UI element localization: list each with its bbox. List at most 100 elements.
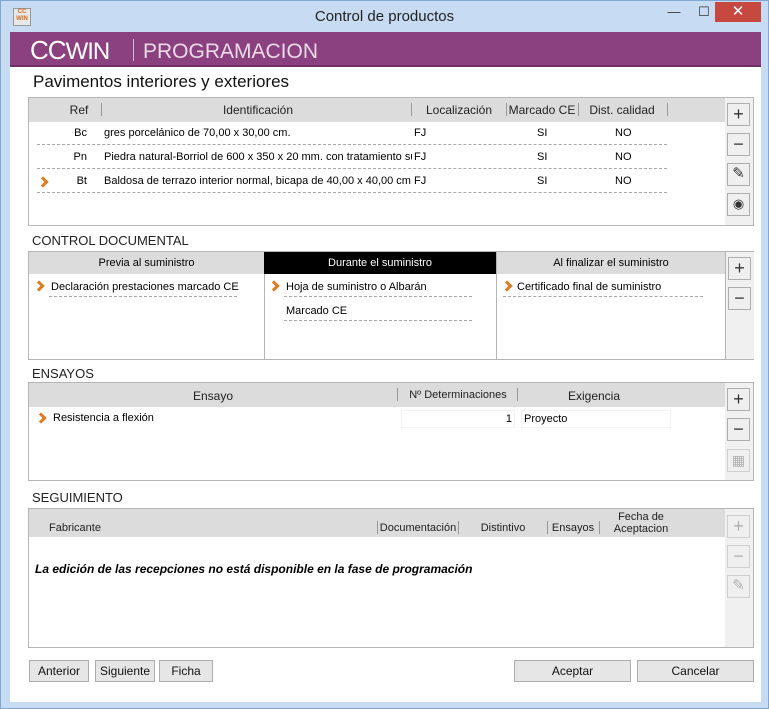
list-item[interactable]: Hoja de suministro o Albarán [264,276,496,298]
ensayos-table-header: Ensayo Nº Determinaciones Exigencia [29,383,725,407]
plus-icon: + [733,389,744,409]
list-item-label: Declaración prestaciones marcado CE [51,281,239,293]
add-product-button[interactable]: + [727,103,750,126]
plus-icon: + [733,104,744,124]
minus-icon: − [733,546,744,566]
disabled-message: La edición de las recepciones no está di… [35,562,473,576]
row-ref: Bc [74,127,87,139]
ensayos-title: ENSAYOS [32,366,94,381]
row-dist-calidad: NO [615,151,632,163]
list-item-label: Certificado final de suministro [517,281,662,293]
item-arrow-icon [270,282,278,294]
seguimiento-table: Fabricante Documentación Distintivo Ensa… [28,508,754,648]
row-marcado-ce: SI [537,151,548,163]
row-dist-calidad: NO [615,127,632,139]
row-ref: Pn [73,151,87,163]
banner-title: PROGRAMACION [143,40,319,63]
col-determinaciones-header[interactable]: Nº Determinaciones [399,389,517,401]
row-marcado-ce: SI [537,175,548,187]
calculator-icon: ▦ [731,452,746,468]
calculator-button[interactable]: ▦ [727,449,750,472]
eye-icon: ◉ [732,196,745,211]
seguimiento-title: SEGUIMIENTO [32,490,123,505]
row-identificacion: Baldosa de terrazo interior normal, bica… [104,175,412,187]
aceptar-button[interactable]: Aceptar [514,660,631,682]
row-localizacion: FJ [414,175,427,187]
products-sidebar: + − ✎ ◉ [725,98,753,225]
col-marcado-ce-header[interactable]: Marcado CE [507,103,577,117]
row-localizacion: FJ [414,151,427,163]
remove-document-button[interactable]: − [728,287,751,310]
col-fecha-header[interactable]: Fecha de Aceptacion [601,511,681,535]
col-localizacion-header[interactable]: Localización [413,103,505,117]
minus-icon: − [733,134,744,154]
row-ensayo: Resistencia a flexión [53,412,154,424]
control-documental-panel: Previa al suministro Declaración prestac… [28,251,754,360]
list-item-label: Marcado CE [286,305,348,317]
ccwin-logo: CCWIN [30,35,111,66]
banner-divider [133,39,134,61]
ensayos-sidebar: + − ▦ [725,383,753,480]
col-identificacion-header[interactable]: Identificación [103,103,413,117]
minus-icon: − [734,288,745,308]
doc-col-final-header[interactable]: Al finalizar el suministro [497,252,725,274]
doc-col-previa-header[interactable]: Previa al suministro [29,252,264,274]
plus-icon: + [733,516,744,536]
row-ref: Bt [76,175,87,187]
products-table: Ref Identificación Localización Marcado … [28,97,754,226]
ficha-button[interactable]: Ficha [159,660,213,682]
col-dist-calidad-header[interactable]: Dist. calidad [579,103,665,117]
row-identificacion: Piedra natural-Borriol de 600 x 350 x 20… [104,151,412,163]
list-item[interactable]: Marcado CE [264,300,496,322]
page-title: Pavimentos interiores y exteriores [33,72,290,91]
table-row-selected[interactable]: Bt Baldosa de terrazo interior normal, b… [29,170,725,194]
table-row[interactable]: Pn Piedra natural-Borriol de 600 x 350 x… [29,146,725,170]
add-ensayo-button[interactable]: + [727,388,750,411]
item-arrow-icon [35,282,43,294]
determinaciones-field[interactable]: 1 [401,410,515,428]
pencil-icon: ✎ [732,165,745,182]
doc-col-previa: Previa al suministro Declaración prestac… [29,252,265,359]
col-ref-header[interactable]: Ref [59,103,99,117]
list-item[interactable]: Declaración prestaciones marcado CE [29,276,264,298]
table-row[interactable]: Bc gres porcelánico de 70,00 x 30,00 cm.… [29,122,725,146]
selected-row-arrow-icon [37,414,45,426]
close-button[interactable]: ✕ [715,2,761,22]
title-bar[interactable]: CC WIN Control de productos — ☐ ✕ [1,1,768,32]
col-distintivo-header[interactable]: Distintivo [459,522,547,534]
siguiente-button[interactable]: Siguiente [95,660,155,682]
col-ensayos-header[interactable]: Ensayos [549,522,597,534]
doc-col-final: Al finalizar el suministro Certificado f… [497,252,725,359]
col-exigencia-header[interactable]: Exigencia [519,389,669,403]
row-identificacion: gres porcelánico de 70,00 x 30,00 cm. [104,127,291,139]
remove-seguimiento-button[interactable]: − [727,545,750,568]
view-product-button[interactable]: ◉ [727,193,750,216]
col-documentacion-header[interactable]: Documentación [379,522,457,534]
list-item[interactable]: Certificado final de suministro [497,276,725,298]
client-area: CCWIN PROGRAMACION Pavimentos interiores… [10,32,761,702]
add-seguimiento-button[interactable]: + [727,515,750,538]
add-document-button[interactable]: + [728,257,751,280]
col-ensayo-header[interactable]: Ensayo [29,389,397,403]
remove-product-button[interactable]: − [727,133,750,156]
col-fabricante-header[interactable]: Fabricante [49,522,101,534]
row-marcado-ce: SI [537,127,548,139]
pencil-icon: ✎ [732,577,745,594]
cancelar-button[interactable]: Cancelar [637,660,754,682]
exigencia-field[interactable]: Proyecto [521,410,671,428]
main-window: CC WIN Control de productos — ☐ ✕ CCWIN … [0,0,769,709]
edit-product-button[interactable]: ✎ [727,163,750,186]
minimize-button[interactable]: — [661,2,687,22]
minus-icon: − [733,419,744,439]
fecha-header-line2: Aceptacion [613,523,669,535]
logo-win: WIN [65,38,111,65]
edit-seguimiento-button[interactable]: ✎ [727,575,750,598]
selected-row-arrow-icon [39,178,47,190]
control-documental-title: CONTROL DOCUMENTAL [32,233,189,248]
maximize-button[interactable]: ☐ [691,2,717,22]
anterior-button[interactable]: Anterior [29,660,89,682]
doc-col-durante-header[interactable]: Durante el suministro [264,252,496,274]
table-row[interactable]: Resistencia a flexión 1 Proyecto [29,409,725,429]
remove-ensayo-button[interactable]: − [727,418,750,441]
plus-icon: + [734,258,745,278]
